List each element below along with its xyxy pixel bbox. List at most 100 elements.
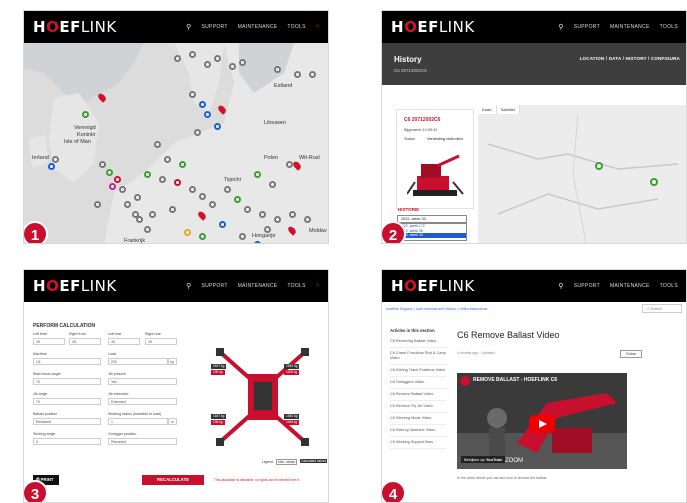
radius-input[interactable]: 1 [108,418,168,425]
jib-present-select[interactable]: Yes [108,378,177,385]
machine-marker[interactable] [134,194,141,201]
nav-tools[interactable]: TOOLS [287,24,305,30]
machine-marker[interactable] [254,171,261,178]
machine-marker[interactable] [294,71,301,78]
machine-marker[interactable] [254,241,261,243]
hoeflink-logo[interactable]: HOEFLINK [391,277,475,295]
europe-map[interactable]: Estland Verenigd Koninkr Isle of Man Ier… [24,43,328,243]
hoeflink-logo[interactable]: HOEFLINK [391,18,475,36]
machine-marker[interactable] [199,101,206,108]
sidebar-article[interactable]: C6 Outriggers Video [390,377,446,389]
week-dropdown[interactable]: 2022, week 172 2022, week 35 2022, week … [397,223,467,241]
location-pin-icon[interactable]: ⚲ [558,23,563,31]
machine-marker[interactable] [199,233,206,240]
week-option-selected[interactable]: 2022, week 33 [398,233,466,238]
machine-marker[interactable] [214,55,221,62]
machine-marker[interactable] [269,181,276,188]
breadcrumb[interactable]: LOCATION / DATA / HISTORY / CONFIGURA [580,56,680,61]
slewing-select[interactable]: 0 [33,438,101,445]
machine-marker[interactable] [184,229,191,236]
video-player[interactable]: REMOVE BALLAST - HOEFLINK C6 Bekijken op… [457,373,627,469]
sidebar-article[interactable]: C6 Working Support Bars [390,437,446,449]
machine-marker[interactable] [259,211,266,218]
search-icon[interactable]: ⌕ [316,282,320,290]
machine-marker[interactable] [274,216,281,223]
nav-tools[interactable]: TOOLS [660,24,678,30]
jib-extended-select[interactable]: Extended [108,398,177,405]
machine-marker[interactable] [94,201,101,208]
sidebar-article[interactable]: C6 Crane Functions Pick & Carry Video [390,348,446,365]
machine-marker[interactable] [229,63,236,70]
machine-marker[interactable] [189,91,196,98]
location-pin-icon[interactable]: ⚲ [558,282,563,290]
machine-marker[interactable] [214,123,221,130]
machine-marker[interactable] [189,186,196,193]
right-rear-input[interactable]: 45 [145,338,177,345]
machine-marker[interactable] [169,206,176,213]
machine-marker[interactable] [204,111,211,118]
machine-marker[interactable] [52,156,59,163]
history-map[interactable]: Kaart Satelliet [478,105,686,243]
machine-marker[interactable] [144,171,151,178]
machine-marker[interactable] [159,176,166,183]
nav-support[interactable]: SUPPORT [202,24,228,30]
machine-marker[interactable] [136,216,143,223]
location-pin-icon[interactable]: ⚲ [186,282,191,290]
tab-satellite[interactable]: Satelliet [497,105,520,114]
breadcrumb[interactable]: Hoeflink Support > User manuals and Vide… [386,307,487,311]
hoeflink-logo[interactable]: HOEFLINK [33,18,117,36]
jib-angle-select[interactable]: 70 [33,398,101,405]
search-icon[interactable]: ⌕ [316,23,320,31]
machine-select[interactable]: C6 [33,358,101,365]
machine-marker[interactable] [289,211,296,218]
left-rear-input[interactable]: 45 [108,338,140,345]
machine-marker[interactable] [204,61,211,68]
machine-marker[interactable] [48,163,55,170]
nav-support[interactable]: SUPPORT [574,283,600,289]
sidebar-article[interactable]: C6 Steering Mode Video [390,413,446,425]
machine-marker[interactable] [309,71,316,78]
machine-marker[interactable] [274,66,281,73]
search-input[interactable]: ⌕ Search [642,304,682,313]
machine-marker[interactable] [224,186,231,193]
sidebar-article[interactable]: C6 Removing Ballast Video [390,336,446,348]
youtube-link[interactable]: Bekijken op YouTube [461,456,506,463]
recalculate-button[interactable]: RECALCULATE [142,475,204,485]
machine-marker[interactable] [119,186,126,193]
machine-marker[interactable] [209,201,216,208]
follow-button[interactable]: Follow [620,350,642,358]
sidebar-article[interactable]: C6 Start up Machine Video [390,425,446,437]
machine-marker[interactable] [239,233,246,240]
machine-marker[interactable] [109,183,116,190]
machine-marker[interactable] [99,161,106,168]
right-front-input[interactable]: 45 [69,338,101,345]
week-select[interactable]: 2022, week 33 [397,215,467,223]
machine-marker[interactable] [154,141,161,148]
machine-marker[interactable] [174,55,181,62]
machine-marker[interactable] [179,161,186,168]
location-pin-icon[interactable]: ⚲ [186,23,191,31]
boom-angle-select[interactable]: 70 [33,378,101,385]
nav-maintenance[interactable]: MAINTENANCE [238,24,278,30]
machine-marker[interactable] [264,226,271,233]
ballast-select[interactable]: Retracted [33,418,101,425]
nav-support[interactable]: SUPPORT [202,283,228,289]
machine-marker[interactable] [174,179,181,186]
sidebar-article[interactable]: C6 Remove Fly Jib Video [390,401,446,413]
machine-marker[interactable] [189,51,196,58]
machine-marker[interactable] [194,129,201,136]
nav-maintenance[interactable]: MAINTENANCE [610,24,650,30]
nav-tools[interactable]: TOOLS [660,283,678,289]
nav-tools[interactable]: TOOLS [287,283,305,289]
hoeflink-logo[interactable]: HOEFLINK [33,277,117,295]
outrigger-select[interactable]: Retracted [108,438,177,445]
machine-marker[interactable] [164,156,171,163]
tab-map[interactable]: Kaart [478,105,497,114]
sidebar-article[interactable]: C6 Remove Ballast Video [390,389,446,401]
left-front-input[interactable]: 45 [33,338,65,345]
play-icon[interactable] [529,415,555,433]
machine-marker[interactable] [304,216,311,223]
nav-maintenance[interactable]: MAINTENANCE [610,283,650,289]
machine-marker[interactable] [106,169,113,176]
machine-marker[interactable] [149,211,156,218]
